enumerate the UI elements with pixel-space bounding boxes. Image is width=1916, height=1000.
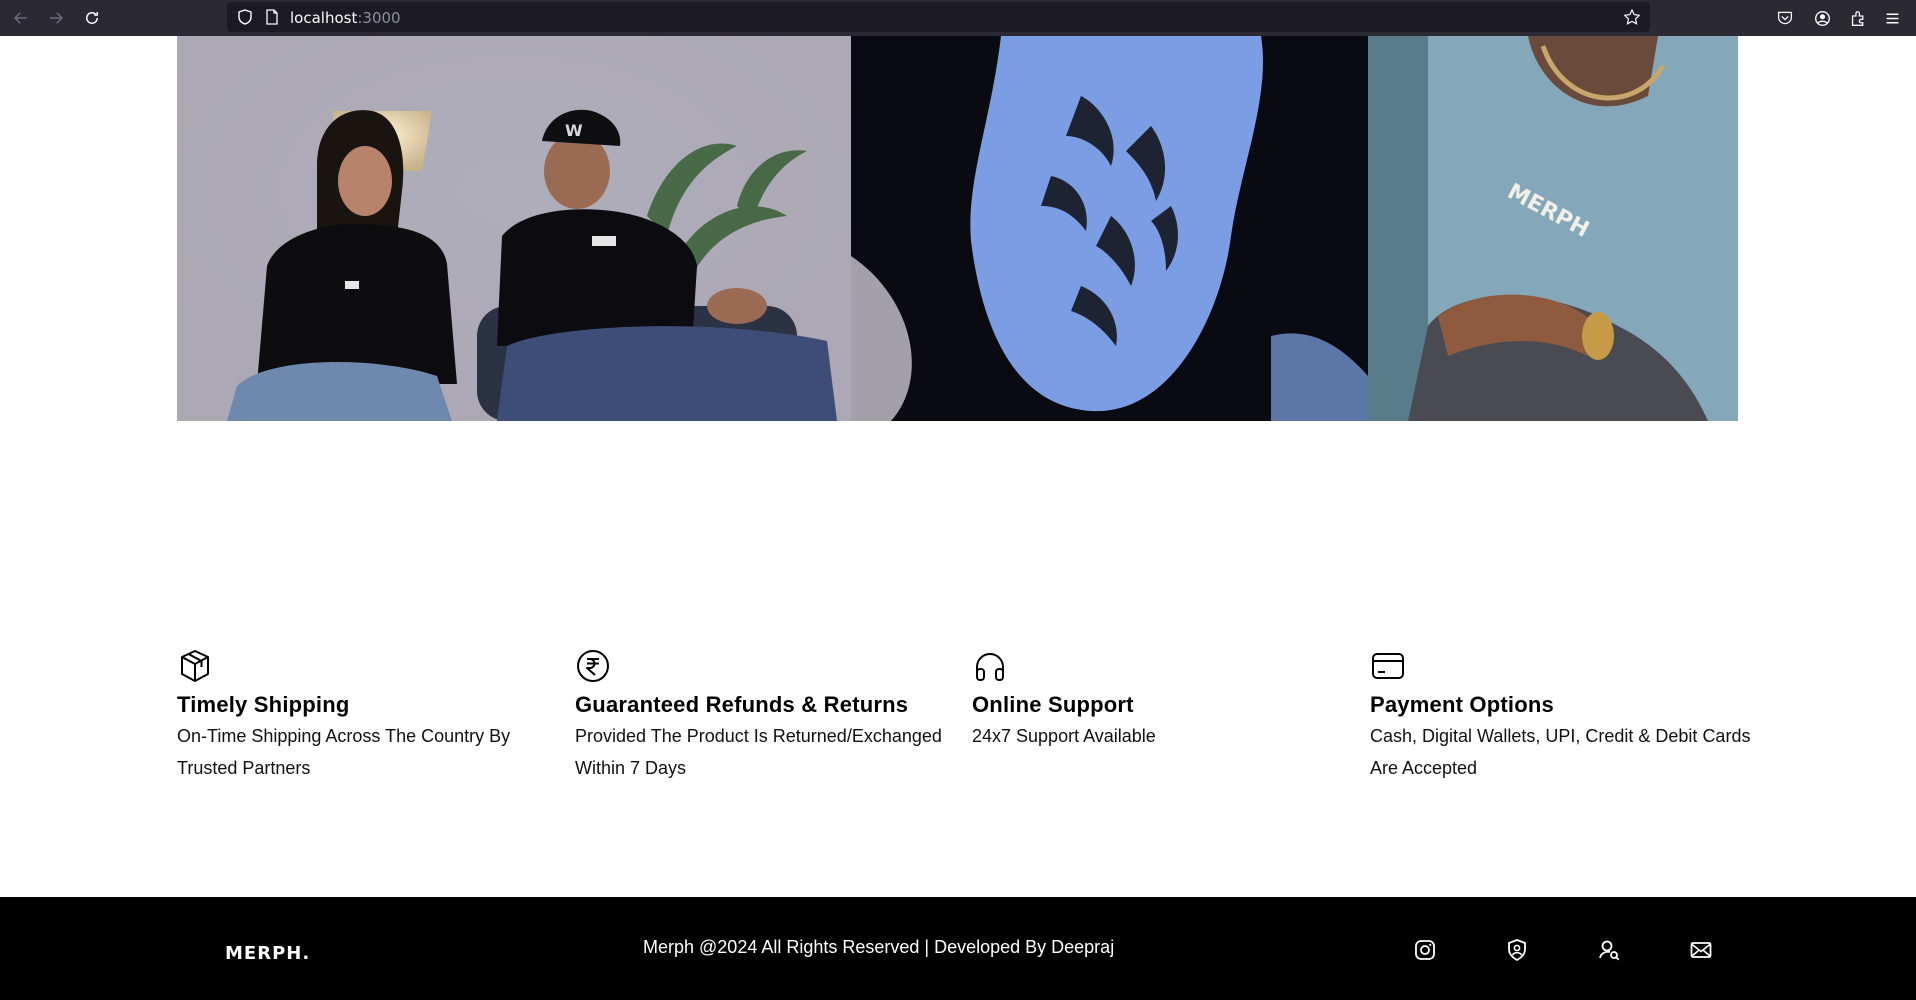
browser-toolbar: localhost:3000 bbox=[0, 0, 1916, 36]
forward-button[interactable] bbox=[44, 6, 68, 30]
models-photo-illustration: W bbox=[177, 36, 851, 421]
rupee-icon bbox=[577, 650, 609, 682]
back-button[interactable] bbox=[9, 6, 33, 30]
features-section: Timely Shipping On-Time Shipping Across … bbox=[177, 648, 1750, 798]
user-search-icon bbox=[1599, 940, 1620, 961]
feature-shipping: Timely Shipping On-Time Shipping Across … bbox=[177, 648, 567, 784]
instagram-link[interactable] bbox=[1412, 937, 1438, 963]
feature-title: Guaranteed Refunds & Returns bbox=[575, 692, 909, 717]
account-icon bbox=[1814, 10, 1830, 26]
logo-mark bbox=[592, 236, 616, 246]
shield-icon[interactable] bbox=[237, 9, 253, 25]
hero-photo-tshirt-print bbox=[851, 36, 1368, 421]
page-icon[interactable] bbox=[264, 9, 280, 25]
menu-button[interactable] bbox=[1882, 8, 1902, 28]
account-button[interactable] bbox=[1812, 8, 1832, 28]
email-link[interactable] bbox=[1688, 937, 1714, 963]
pocket-button[interactable] bbox=[1775, 8, 1795, 28]
extensions-button[interactable] bbox=[1848, 8, 1868, 28]
instagram-icon bbox=[1415, 940, 1435, 960]
feature-support: Online Support 24x7 Support Available bbox=[972, 648, 1362, 752]
puzzle-icon bbox=[1851, 10, 1863, 26]
url-port: :3000 bbox=[357, 9, 401, 27]
feature-title: Payment Options bbox=[1370, 692, 1554, 717]
credit-card-icon bbox=[1372, 653, 1404, 679]
box-icon bbox=[181, 650, 209, 682]
reload-button[interactable] bbox=[80, 6, 104, 30]
tshirt-print-illustration bbox=[851, 36, 1368, 421]
feature-description: 24x7 Support Available bbox=[972, 726, 1156, 746]
feature-refunds: Guaranteed Refunds & Returns Provided Th… bbox=[575, 648, 965, 784]
headphones-icon bbox=[976, 653, 1004, 681]
svg-text:W: W bbox=[565, 121, 583, 140]
feature-payment: Payment Options Cash, Digital Wallets, U… bbox=[1370, 648, 1760, 784]
feature-description: Cash, Digital Wallets, UPI, Credit & Deb… bbox=[1370, 726, 1751, 778]
site-footer: MERPH. Merph @2024 All Rights Reserved |… bbox=[0, 897, 1916, 1000]
footer-copyright: Merph @2024 All Rights Reserved | Develo… bbox=[643, 937, 1115, 957]
url-text: localhost:3000 bbox=[290, 9, 401, 27]
feature-title: Timely Shipping bbox=[177, 692, 350, 717]
url-host: localhost bbox=[290, 9, 358, 27]
profile-link[interactable] bbox=[1504, 937, 1530, 963]
logo-mark bbox=[345, 281, 359, 289]
mail-icon bbox=[1690, 942, 1712, 958]
feature-description: Provided The Product Is Returned/Exchang… bbox=[575, 726, 942, 778]
feature-title: Online Support bbox=[972, 692, 1134, 717]
blue-tee-illustration: MERPH bbox=[1368, 36, 1738, 421]
feature-description: On-Time Shipping Across The Country By T… bbox=[177, 726, 511, 778]
arrow-left-icon bbox=[13, 12, 27, 24]
user-search-link[interactable] bbox=[1596, 937, 1622, 963]
bookmark-star-icon[interactable] bbox=[1624, 9, 1640, 25]
footer-brand-logo[interactable]: MERPH. bbox=[225, 943, 310, 964]
hero-photo-blue-tee: MERPH bbox=[1368, 36, 1738, 421]
address-bar[interactable]: localhost:3000 bbox=[227, 2, 1650, 32]
arrow-right-icon bbox=[50, 12, 64, 24]
hero-photo-models: W bbox=[177, 36, 851, 421]
reload-icon bbox=[86, 12, 98, 24]
user-shield-icon bbox=[1508, 939, 1526, 962]
hero-gallery: W MERPH bbox=[177, 36, 1738, 421]
hamburger-menu-icon bbox=[1886, 12, 1898, 24]
pocket-icon bbox=[1777, 11, 1793, 25]
